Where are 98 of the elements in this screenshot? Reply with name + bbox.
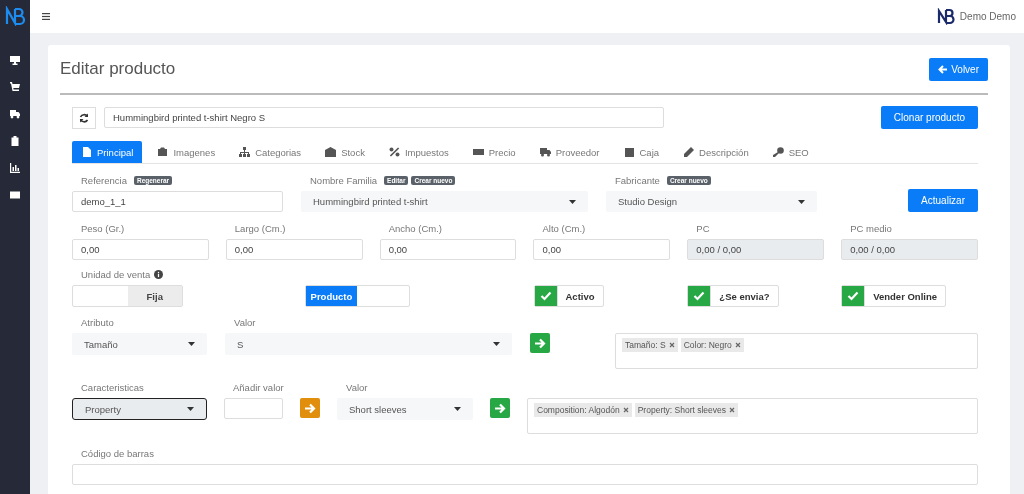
checkbox[interactable]: Activo (533, 285, 604, 307)
logo-icon (5, 6, 25, 26)
tag: Property: Short sleeves (634, 403, 739, 417)
field-label: PC (696, 223, 710, 234)
check-icon (693, 291, 706, 301)
tab[interactable]: SEO (763, 141, 818, 163)
tab[interactable]: Impuestos (379, 141, 458, 163)
toggle-switch[interactable]: Fija (72, 285, 183, 307)
field-label: Valor (234, 317, 256, 328)
tab[interactable]: Imagenes (148, 141, 225, 163)
number-field[interactable]: 0,00 (379, 239, 517, 260)
building-icon (325, 147, 337, 157)
tab[interactable]: Categorias (230, 141, 311, 163)
number-field[interactable]: 0,00 (72, 239, 209, 260)
barcode-field[interactable] (72, 464, 978, 485)
field-label: Ancho (Cm.) (388, 223, 442, 234)
caret-icon (454, 407, 461, 411)
remove-icon[interactable] (622, 407, 629, 413)
file-icon (81, 147, 92, 157)
checkbox[interactable]: ¿Se envia? (687, 285, 779, 307)
key-icon (772, 147, 784, 157)
tab[interactable]: Precio (463, 141, 525, 163)
box-icon (623, 147, 635, 157)
value-field[interactable] (224, 398, 283, 419)
check-icon (539, 291, 552, 301)
field-label: Alto (Cm.) (542, 223, 586, 234)
field-label: Unidad de venta (81, 269, 151, 280)
card-icon[interactable] (10, 190, 20, 200)
select-field[interactable]: Studio Design (606, 191, 817, 212)
reference-field[interactable]: demo_1_1 (72, 191, 283, 212)
tag: Color: Negro (680, 338, 744, 352)
field-label: Peso (Gr.) (81, 223, 125, 234)
arrow-right-icon (534, 337, 546, 349)
caret-icon (188, 342, 195, 346)
user-name[interactable]: Demo Demo (959, 11, 1016, 22)
field-label: Referencia (81, 175, 127, 186)
remove-icon[interactable] (668, 342, 675, 348)
tab[interactable]: Proveedor (530, 141, 609, 163)
field-label: Añadir valor (233, 382, 284, 393)
refresh-icon (79, 112, 89, 123)
percent-icon (388, 147, 400, 157)
truck-icon (539, 147, 551, 157)
tag: Tamaño: S (622, 338, 678, 352)
add-button[interactable] (530, 333, 550, 353)
arrow-right-icon (494, 402, 506, 414)
toggle-switch[interactable]: Producto (304, 285, 410, 307)
tags-field[interactable]: Composition: Algodón Property: Short sleeves (527, 398, 978, 434)
update-button[interactable]: Actualizar (908, 189, 978, 212)
back-button[interactable]: Volver (929, 57, 988, 81)
number-field[interactable]: 0,00 (533, 239, 671, 260)
user-logo-icon[interactable] (936, 8, 955, 25)
select-field[interactable]: Short sleeves (337, 398, 473, 420)
checkbox[interactable]: Vender Online (841, 285, 947, 307)
field-label: Atributo (81, 317, 114, 328)
add-value-button[interactable] (300, 398, 320, 418)
cart-icon[interactable] (10, 82, 20, 92)
field-label: Nombre Familia (310, 175, 378, 186)
tab[interactable]: Stock (316, 141, 374, 163)
field-label: Caracteristicas (81, 382, 144, 393)
remove-icon[interactable] (729, 407, 736, 413)
chart-icon[interactable] (10, 163, 20, 173)
tag: Composition: Algodón (534, 403, 632, 417)
field-label: Fabricante (615, 175, 660, 186)
banknote-icon (472, 147, 484, 157)
select-field[interactable]: Property (72, 398, 207, 420)
caret-icon (493, 342, 500, 346)
menu-icon[interactable] (42, 13, 50, 20)
check-icon (847, 291, 860, 301)
field-label: Valor (346, 382, 368, 393)
number-field[interactable]: 0,00 (225, 239, 363, 260)
arrow-left-icon (938, 64, 949, 74)
remove-icon[interactable] (734, 342, 741, 348)
camera-icon (157, 147, 169, 157)
select-field[interactable]: Hummingbird printed t-shirt (301, 191, 588, 212)
refresh-button[interactable] (72, 106, 96, 129)
tags-field[interactable]: Tamaño: S Color: Negro (615, 333, 978, 369)
field-label: Código de barras (81, 448, 154, 459)
select-field[interactable]: Tamaño (72, 333, 207, 355)
select-field[interactable]: S (225, 333, 512, 355)
tab[interactable]: Caja (614, 141, 669, 163)
caret-icon (187, 407, 194, 411)
product-name-field[interactable]: Hummingbird printed t-shirt Negro S (104, 107, 664, 128)
monitor-icon[interactable] (10, 55, 20, 65)
tab[interactable]: Descripción (674, 141, 758, 163)
field-label: PC medio (850, 223, 892, 234)
sitemap-icon (239, 147, 251, 157)
clone-button[interactable]: Clonar producto (880, 106, 978, 129)
truck-icon[interactable] (10, 109, 20, 119)
field-label: Largo (Cm.) (234, 223, 286, 234)
caret-icon (569, 199, 576, 204)
arrow-right-icon (304, 402, 316, 414)
tab[interactable]: Principal (72, 141, 143, 163)
pencil-icon (683, 147, 695, 157)
caret-icon (798, 199, 805, 204)
info-icon (154, 270, 164, 279)
add-button[interactable] (490, 398, 510, 418)
page-title: Editar producto (60, 59, 176, 79)
clipboard-icon[interactable] (10, 136, 20, 146)
